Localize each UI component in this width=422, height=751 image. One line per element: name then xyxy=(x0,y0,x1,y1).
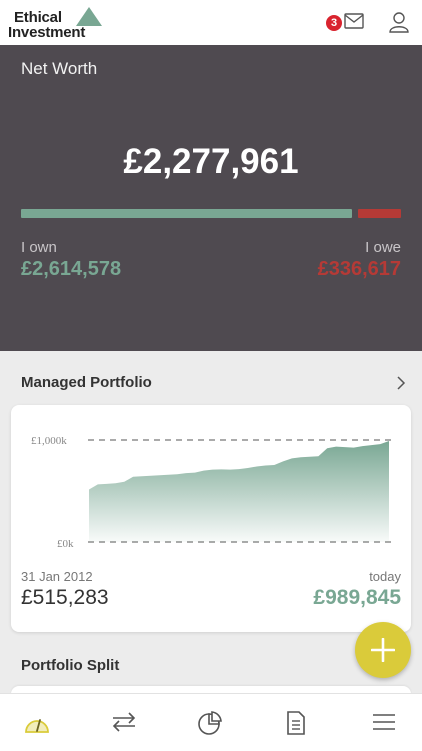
mail-icon xyxy=(344,13,364,29)
managed-portfolio-title: Managed Portfolio xyxy=(21,374,152,391)
nav-transfers[interactable] xyxy=(104,704,144,740)
app-header: Ethical Investment 3 xyxy=(0,0,422,45)
y-tick-bottom: £0k xyxy=(57,538,74,550)
user-icon[interactable] xyxy=(388,11,410,33)
own-value: £2,614,578 xyxy=(21,258,122,280)
nav-documents[interactable] xyxy=(278,704,318,740)
owe-value: £336,617 xyxy=(317,258,401,280)
start-value: £515,283 xyxy=(21,586,109,609)
managed-portfolio-card[interactable]: £1,000k £0k 31 Jan 2012 £515,283 today £… xyxy=(11,405,411,632)
managed-portfolio-header[interactable]: Managed Portfolio xyxy=(0,355,422,405)
hamburger-menu-icon xyxy=(373,714,395,730)
add-button[interactable] xyxy=(355,622,411,678)
net-worth-panel: Net Worth £2,277,961 I own £2,614,578 I … xyxy=(0,45,422,351)
transfer-arrows-icon xyxy=(112,712,136,732)
net-worth-title: Net Worth xyxy=(21,59,98,78)
logo-triangle-icon xyxy=(76,7,102,26)
bottom-navigation xyxy=(0,693,422,751)
net-worth-total: £2,277,961 xyxy=(123,142,299,181)
own-share-bar xyxy=(21,209,352,218)
plus-icon xyxy=(371,638,395,662)
logo-text-line1: Ethical xyxy=(14,9,62,26)
messages-button[interactable]: 3 xyxy=(326,9,366,35)
own-label: I own xyxy=(21,239,57,256)
dashboard-gauge-icon xyxy=(25,719,49,733)
nav-dashboard[interactable] xyxy=(17,704,57,740)
y-tick-top: £1,000k xyxy=(31,435,67,447)
unread-badge: 3 xyxy=(326,15,342,31)
document-icon xyxy=(287,711,305,735)
owe-share-bar xyxy=(358,209,401,218)
logo-text-line2: Investment xyxy=(8,24,86,41)
end-value: £989,845 xyxy=(313,586,401,609)
portfolio-split-title: Portfolio Split xyxy=(21,657,120,674)
pie-chart-icon xyxy=(198,711,222,735)
nav-menu[interactable] xyxy=(365,704,405,740)
nav-portfolio-split[interactable] xyxy=(190,704,230,740)
chevron-right-icon xyxy=(397,376,406,390)
owe-label: I owe xyxy=(365,239,401,256)
ethical-investment-logo[interactable]: Ethical Investment xyxy=(8,5,104,41)
portfolio-area-chart: £1,000k £0k xyxy=(31,435,391,550)
start-date: 31 Jan 2012 xyxy=(21,569,93,584)
end-label: today xyxy=(369,569,401,584)
portfolio-value-area xyxy=(89,441,389,542)
